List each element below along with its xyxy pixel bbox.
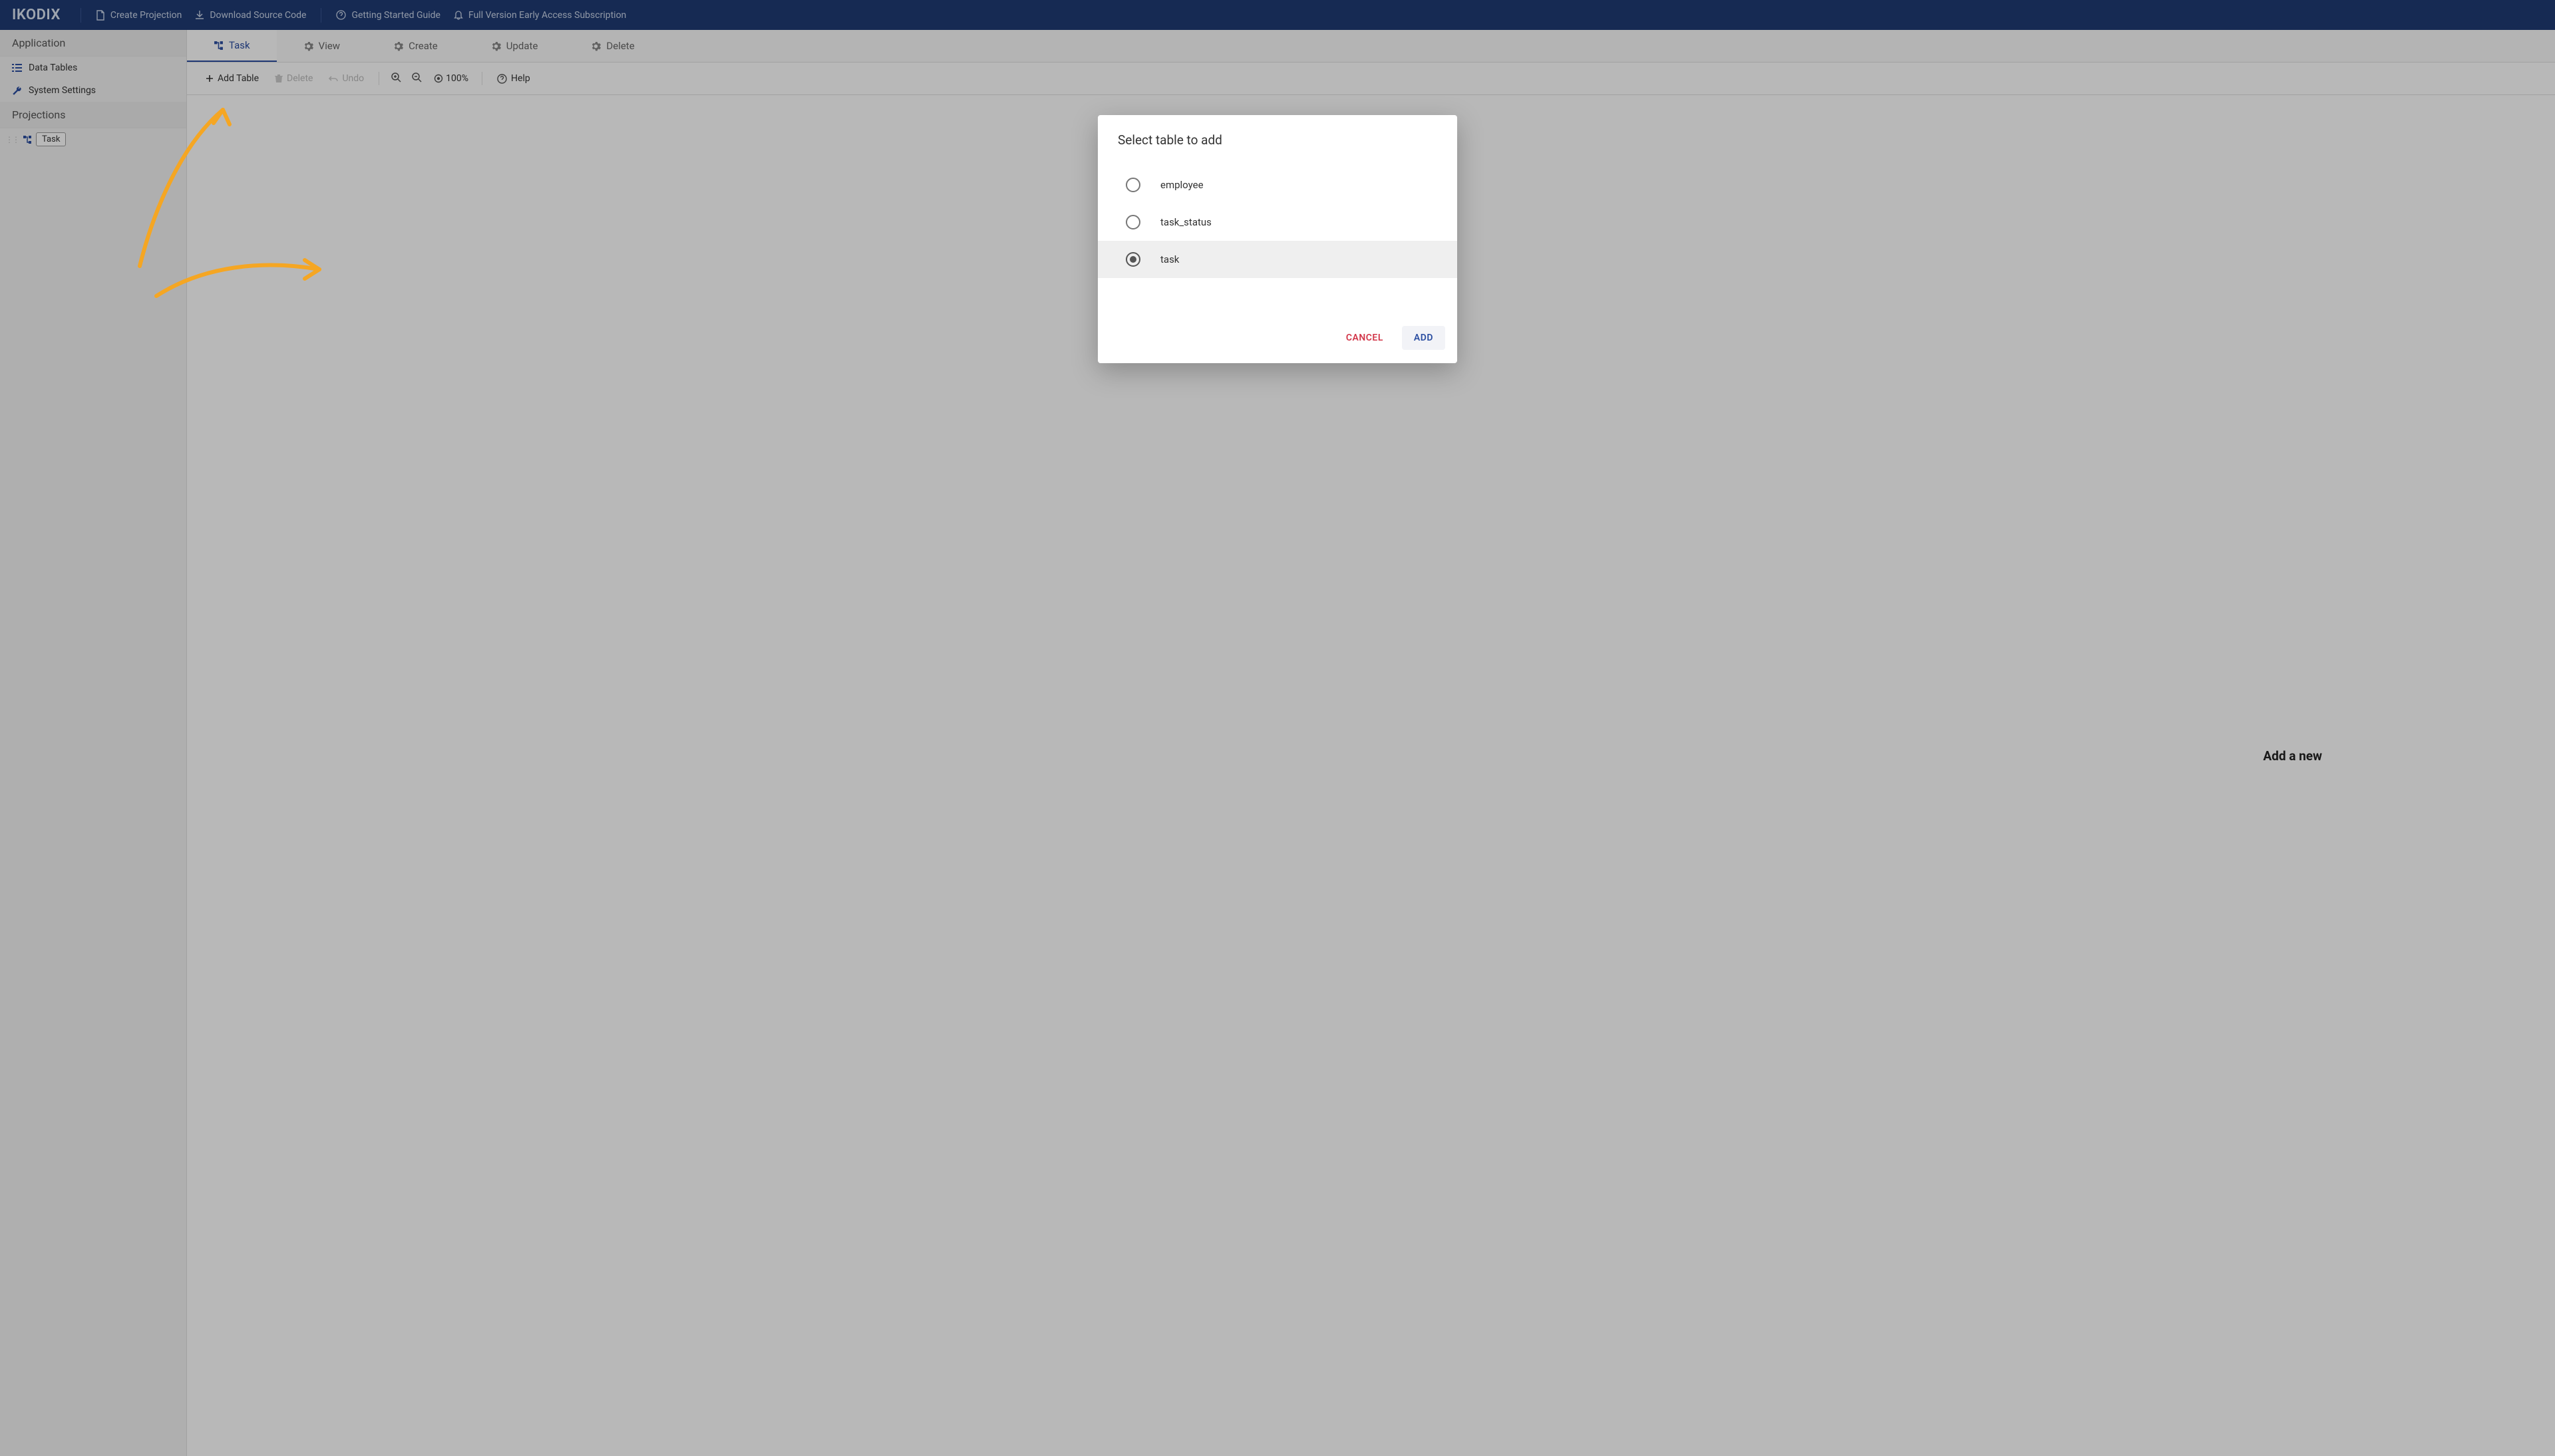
radio-icon [1126,252,1140,267]
select-table-dialog: Select table to add employee task_status… [1098,115,1457,363]
radio-icon [1126,178,1140,192]
option-label: employee [1160,179,1204,191]
option-label: task_status [1160,216,1212,228]
table-option-task[interactable]: task [1098,241,1457,278]
table-option-employee[interactable]: employee [1098,166,1457,204]
dialog-actions: CANCEL ADD [1098,318,1457,354]
cancel-button[interactable]: CANCEL [1334,326,1395,350]
table-option-task-status[interactable]: task_status [1098,204,1457,241]
add-button[interactable]: ADD [1402,326,1445,350]
option-label: task [1160,253,1179,265]
modal-overlay[interactable]: Select table to add employee task_status… [0,0,2555,1456]
dialog-title: Select table to add [1098,115,1457,160]
radio-icon [1126,215,1140,229]
table-options-list: employee task_status task [1098,160,1457,318]
